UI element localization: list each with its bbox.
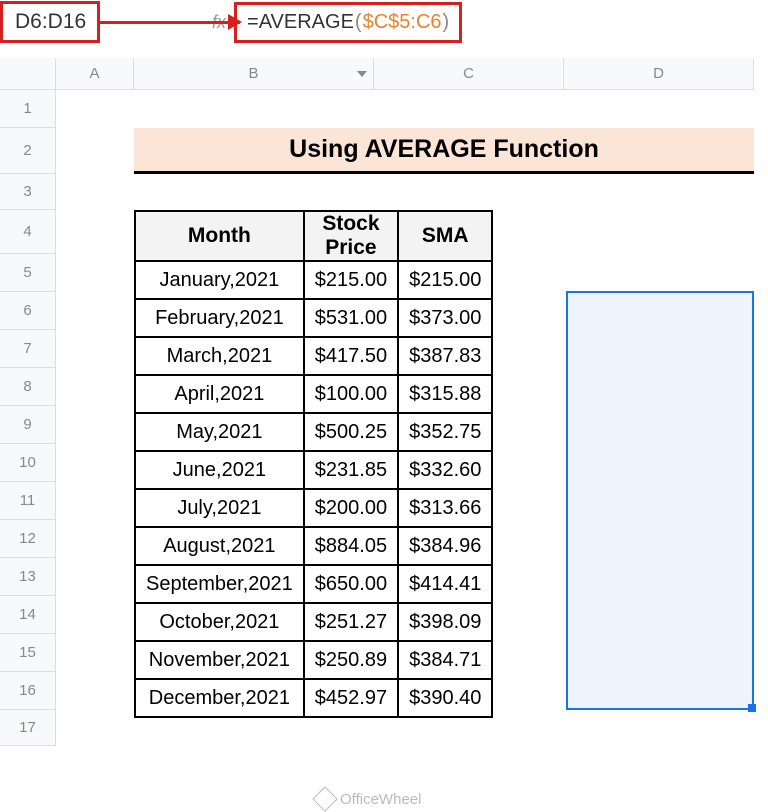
- sheet-title[interactable]: Using AVERAGE Function: [134, 128, 754, 174]
- cell-month[interactable]: October,2021: [135, 603, 304, 641]
- cell-price[interactable]: $231.85: [304, 451, 398, 489]
- cell-price[interactable]: $531.00: [304, 299, 398, 337]
- cell-price[interactable]: $200.00: [304, 489, 398, 527]
- cell-month[interactable]: April,2021: [135, 375, 304, 413]
- cell-month[interactable]: February,2021: [135, 299, 304, 337]
- row-header[interactable]: 8: [0, 368, 56, 406]
- cell-sma[interactable]: $398.09: [398, 603, 492, 641]
- cell-price[interactable]: $251.27: [304, 603, 398, 641]
- sheet-body: 1 2 3 4 5 6 7 8 9 10 11 12 13 14 15 16 1…: [0, 90, 768, 746]
- table-row: January,2021 $215.00 $215.00: [135, 261, 492, 299]
- formula-bar[interactable]: =AVERAGE ( $C$5:C6 ): [234, 2, 462, 43]
- cell-price[interactable]: $650.00: [304, 565, 398, 603]
- formula-range: $C$5:C6: [363, 11, 442, 34]
- cell-month[interactable]: December,2021: [135, 679, 304, 717]
- header-month[interactable]: Month: [135, 211, 304, 261]
- data-table: Month Stock Price SMA January,2021 $215.…: [134, 210, 493, 718]
- column-headers: A B C D: [0, 58, 768, 90]
- col-header-a[interactable]: A: [56, 58, 134, 90]
- table-header-row: Month Stock Price SMA: [135, 211, 492, 261]
- row-header[interactable]: 1: [0, 90, 56, 128]
- cell-sma[interactable]: $387.83: [398, 337, 492, 375]
- selection-overlay: [566, 291, 754, 710]
- table-row: December,2021 $452.97 $390.40: [135, 679, 492, 717]
- spreadsheet: A B C D 1 2 3 4 5 6 7 8 9 10 11 12 13 14…: [0, 58, 768, 746]
- cell-sma[interactable]: $215.00: [398, 261, 492, 299]
- fill-handle[interactable]: [748, 704, 756, 712]
- cell-price[interactable]: $452.97: [304, 679, 398, 717]
- cell-month[interactable]: July,2021: [135, 489, 304, 527]
- cell-month[interactable]: March,2021: [135, 337, 304, 375]
- row-header[interactable]: 16: [0, 672, 56, 710]
- cell-price[interactable]: $500.25: [304, 413, 398, 451]
- table-row: August,2021 $884.05 $384.96: [135, 527, 492, 565]
- formula-open-paren: (: [355, 11, 362, 34]
- cell-price[interactable]: $215.00: [304, 261, 398, 299]
- table-row: September,2021 $650.00 $414.41: [135, 565, 492, 603]
- row-header[interactable]: 13: [0, 558, 56, 596]
- table-row: July,2021 $200.00 $313.66: [135, 489, 492, 527]
- row-header[interactable]: 5: [0, 254, 56, 292]
- row-header[interactable]: 9: [0, 406, 56, 444]
- row-header[interactable]: 15: [0, 634, 56, 672]
- table-row: October,2021 $251.27 $398.09: [135, 603, 492, 641]
- cell-price[interactable]: $884.05: [304, 527, 398, 565]
- filter-dropdown-icon[interactable]: [357, 71, 367, 77]
- col-header-b[interactable]: B: [134, 58, 374, 90]
- row-header[interactable]: 14: [0, 596, 56, 634]
- header-sma[interactable]: SMA: [398, 211, 492, 261]
- watermark-text: OfficeWheel: [340, 791, 421, 808]
- cell-sma[interactable]: $384.71: [398, 641, 492, 679]
- callout-arrow: [100, 21, 240, 24]
- cell-sma[interactable]: $313.66: [398, 489, 492, 527]
- table-row: June,2021 $231.85 $332.60: [135, 451, 492, 489]
- row-header[interactable]: 4: [0, 210, 56, 254]
- cell-sma[interactable]: $315.88: [398, 375, 492, 413]
- col-header-c[interactable]: C: [374, 58, 564, 90]
- cell-month[interactable]: May,2021: [135, 413, 304, 451]
- row-header[interactable]: 12: [0, 520, 56, 558]
- cell-month[interactable]: August,2021: [135, 527, 304, 565]
- cell-sma[interactable]: $373.00: [398, 299, 492, 337]
- cell-price[interactable]: $250.89: [304, 641, 398, 679]
- formula-close-paren: ): [443, 11, 450, 34]
- row-header[interactable]: 2: [0, 128, 56, 174]
- row-header[interactable]: 17: [0, 710, 56, 746]
- cell-price[interactable]: $100.00: [304, 375, 398, 413]
- cell-sma[interactable]: $352.75: [398, 413, 492, 451]
- col-header-d[interactable]: D: [564, 58, 754, 90]
- row-header[interactable]: 11: [0, 482, 56, 520]
- formula-prefix: =AVERAGE: [247, 11, 354, 34]
- cell-price[interactable]: $417.50: [304, 337, 398, 375]
- table-row: April,2021 $100.00 $315.88: [135, 375, 492, 413]
- select-all-corner[interactable]: [0, 58, 56, 90]
- cell-sma[interactable]: $390.40: [398, 679, 492, 717]
- row-header[interactable]: 3: [0, 174, 56, 210]
- table-row: February,2021 $531.00 $373.00: [135, 299, 492, 337]
- top-bar: D6:D16 fx =AVERAGE ( $C$5:C6 ): [0, 0, 768, 44]
- arrow-head-icon: [228, 14, 242, 30]
- cell-month[interactable]: January,2021: [135, 261, 304, 299]
- row-header[interactable]: 7: [0, 330, 56, 368]
- cell-sma[interactable]: $332.60: [398, 451, 492, 489]
- table-row: November,2021 $250.89 $384.71: [135, 641, 492, 679]
- header-price[interactable]: Stock Price: [304, 211, 398, 261]
- watermark-icon: [312, 786, 337, 811]
- row-header[interactable]: 6: [0, 292, 56, 330]
- cell-month[interactable]: September,2021: [135, 565, 304, 603]
- cell-month[interactable]: November,2021: [135, 641, 304, 679]
- table-row: March,2021 $417.50 $387.83: [135, 337, 492, 375]
- row-headers: 1 2 3 4 5 6 7 8 9 10 11 12 13 14 15 16 1…: [0, 90, 56, 746]
- row-header[interactable]: 10: [0, 444, 56, 482]
- name-box[interactable]: D6:D16: [0, 1, 100, 43]
- col-header-b-label: B: [248, 65, 258, 82]
- cell-month[interactable]: June,2021: [135, 451, 304, 489]
- watermark: OfficeWheel: [316, 790, 421, 808]
- cell-sma[interactable]: $384.96: [398, 527, 492, 565]
- table-row: May,2021 $500.25 $352.75: [135, 413, 492, 451]
- cell-sma[interactable]: $414.41: [398, 565, 492, 603]
